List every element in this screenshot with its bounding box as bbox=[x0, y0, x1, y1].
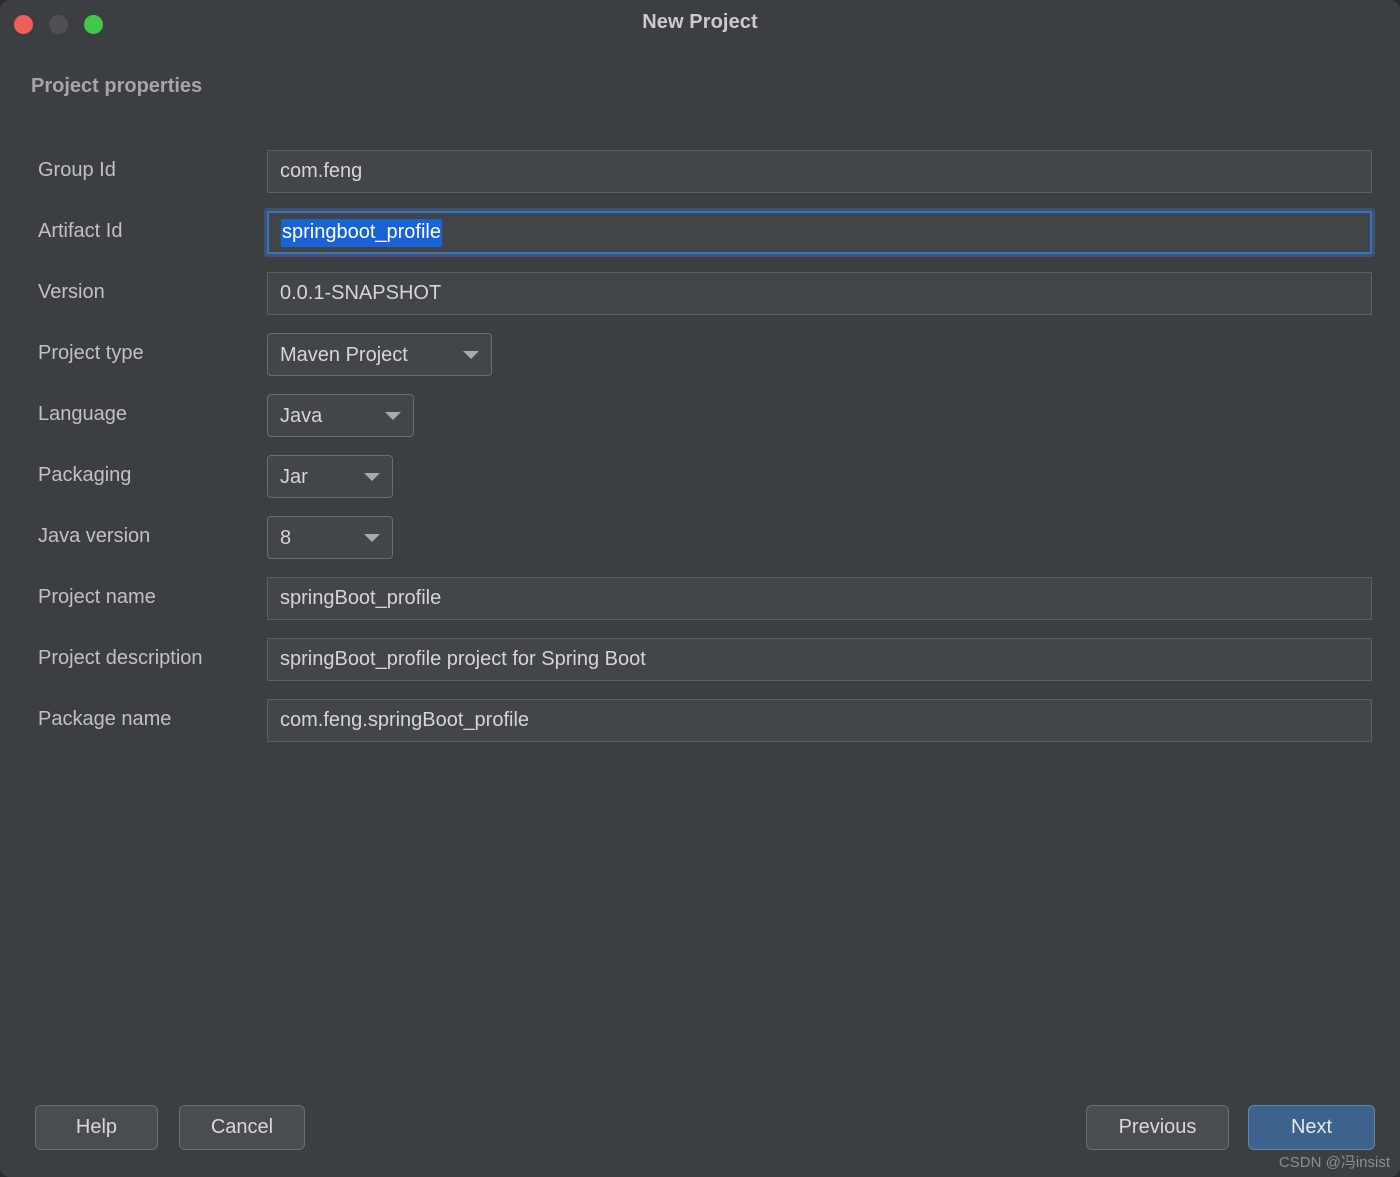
artifact-id-label: Artifact Id bbox=[38, 220, 123, 242]
form-row-java-version: Java version 8 bbox=[0, 514, 1400, 575]
packaging-field-wrap: Jar bbox=[267, 455, 393, 498]
packaging-value: Jar bbox=[280, 465, 308, 488]
form-row-project-name: Project name springBoot_profile bbox=[0, 575, 1400, 636]
language-select[interactable]: Java bbox=[267, 394, 414, 437]
project-type-select[interactable]: Maven Project bbox=[267, 333, 492, 376]
package-name-field-wrap: com.feng.springBoot_profile bbox=[267, 699, 1372, 742]
form-row-project-type: Project type Maven Project bbox=[0, 331, 1400, 392]
group-id-value: com.feng bbox=[280, 160, 363, 182]
window-title: New Project bbox=[642, 11, 758, 33]
project-name-value: springBoot_profile bbox=[280, 587, 442, 609]
chevron-down-icon bbox=[364, 533, 380, 542]
version-field-wrap: 0.0.1-SNAPSHOT bbox=[267, 272, 1372, 315]
java-version-value: 8 bbox=[280, 526, 292, 549]
project-name-input[interactable]: springBoot_profile bbox=[267, 577, 1372, 620]
language-label: Language bbox=[38, 403, 127, 425]
packaging-label: Packaging bbox=[38, 464, 132, 486]
project-name-field-wrap: springBoot_profile bbox=[267, 577, 1372, 620]
version-input[interactable]: 0.0.1-SNAPSHOT bbox=[267, 272, 1372, 315]
new-project-dialog: New Project Project properties Group Id … bbox=[0, 0, 1400, 1177]
previous-button[interactable]: Previous bbox=[1086, 1105, 1229, 1150]
project-description-input[interactable]: springBoot_profile project for Spring Bo… bbox=[267, 638, 1372, 681]
language-value: Java bbox=[280, 404, 323, 427]
form-row-packaging: Packaging Jar bbox=[0, 453, 1400, 514]
dialog-footer: Help Cancel Previous Next bbox=[0, 1105, 1400, 1153]
project-type-field-wrap: Maven Project bbox=[267, 333, 492, 376]
project-properties-form: Group Id com.feng Artifact Id springboot… bbox=[0, 148, 1400, 758]
java-version-label: Java version bbox=[38, 525, 151, 547]
artifact-id-input[interactable]: springboot_profile bbox=[267, 211, 1372, 254]
watermark: CSDN @冯insist bbox=[1278, 1154, 1390, 1171]
language-field-wrap: Java bbox=[267, 394, 414, 437]
group-id-input[interactable]: com.feng bbox=[267, 150, 1372, 193]
java-version-select[interactable]: 8 bbox=[267, 516, 393, 559]
project-type-label: Project type bbox=[38, 342, 144, 364]
chevron-down-icon bbox=[463, 350, 479, 359]
cancel-button[interactable]: Cancel bbox=[179, 1105, 305, 1150]
form-row-group-id: Group Id com.feng bbox=[0, 148, 1400, 209]
package-name-label: Package name bbox=[38, 708, 172, 730]
version-label: Version bbox=[38, 281, 105, 303]
artifact-id-field-wrap: springboot_profile bbox=[267, 211, 1372, 254]
project-description-field-wrap: springBoot_profile project for Spring Bo… bbox=[267, 638, 1372, 681]
project-type-value: Maven Project bbox=[280, 343, 408, 366]
help-button[interactable]: Help bbox=[35, 1105, 158, 1150]
chevron-down-icon bbox=[364, 472, 380, 481]
form-row-language: Language Java bbox=[0, 392, 1400, 453]
project-description-label: Project description bbox=[38, 647, 203, 669]
form-row-package-name: Package name com.feng.springBoot_profile bbox=[0, 697, 1400, 758]
version-value: 0.0.1-SNAPSHOT bbox=[280, 282, 442, 304]
package-name-value: com.feng.springBoot_profile bbox=[280, 709, 530, 731]
group-id-field-wrap: com.feng bbox=[267, 150, 1372, 193]
chevron-down-icon bbox=[385, 411, 401, 420]
page-title: Project properties bbox=[31, 75, 203, 97]
java-version-field-wrap: 8 bbox=[267, 516, 393, 559]
next-button[interactable]: Next bbox=[1248, 1105, 1375, 1150]
packaging-select[interactable]: Jar bbox=[267, 455, 393, 498]
title-bar: New Project bbox=[0, 0, 1400, 49]
project-name-label: Project name bbox=[38, 586, 156, 608]
group-id-label: Group Id bbox=[38, 159, 116, 181]
artifact-id-value: springboot_profile bbox=[281, 218, 442, 247]
form-row-project-description: Project description springBoot_profile p… bbox=[0, 636, 1400, 697]
project-description-value: springBoot_profile project for Spring Bo… bbox=[280, 648, 646, 670]
form-row-artifact-id: Artifact Id springboot_profile bbox=[0, 209, 1400, 270]
package-name-input[interactable]: com.feng.springBoot_profile bbox=[267, 699, 1372, 742]
form-row-version: Version 0.0.1-SNAPSHOT bbox=[0, 270, 1400, 331]
